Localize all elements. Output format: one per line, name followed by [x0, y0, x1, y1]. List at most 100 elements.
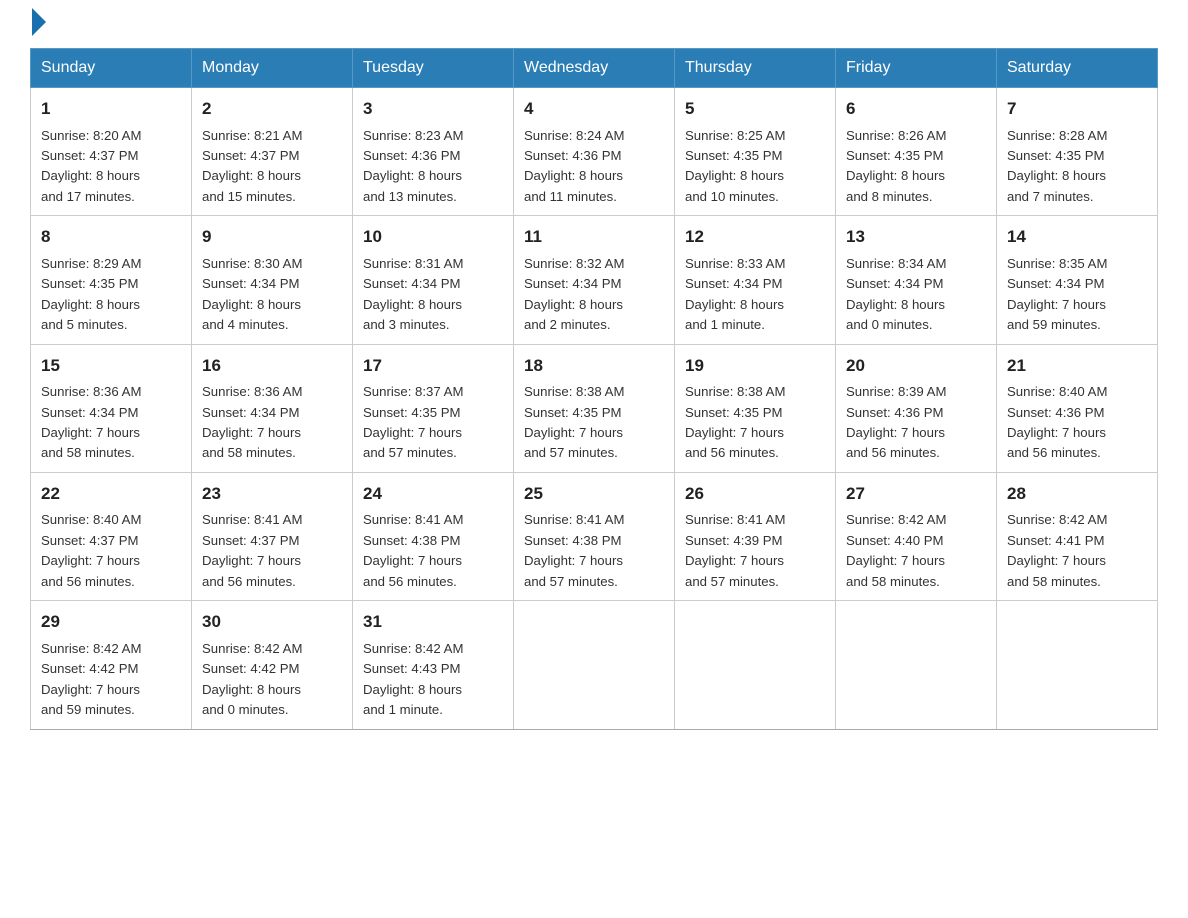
day-number: 1	[41, 96, 181, 122]
calendar-cell: 14 Sunrise: 8:35 AMSunset: 4:34 PMDayligh…	[997, 216, 1158, 344]
day-number: 14	[1007, 224, 1147, 250]
day-info: Sunrise: 8:42 AMSunset: 4:42 PMDaylight:…	[202, 639, 342, 721]
day-number: 6	[846, 96, 986, 122]
calendar-cell: 8Sunrise: 8:29 AMSunset: 4:35 PMDaylight…	[31, 216, 192, 344]
day-number: 31	[363, 609, 503, 635]
day-number: 19	[685, 353, 825, 379]
column-header-wednesday: Wednesday	[514, 49, 675, 88]
logo-triangle-icon	[32, 8, 46, 36]
day-number: 3	[363, 96, 503, 122]
calendar-cell: 2 Sunrise: 8:21 AMSunset: 4:37 PMDaylight…	[192, 88, 353, 216]
day-info: Sunrise: 8:25 AMSunset: 4:35 PMDaylight:…	[685, 126, 825, 208]
calendar-cell: 30 Sunrise: 8:42 AMSunset: 4:42 PMDayligh…	[192, 601, 353, 729]
day-number: 28	[1007, 481, 1147, 507]
day-info: Sunrise: 8:24 AMSunset: 4:36 PMDaylight:…	[524, 126, 664, 208]
day-number: 2	[202, 96, 342, 122]
day-info: Sunrise: 8:34 AMSunset: 4:34 PMDaylight:…	[846, 254, 986, 336]
calendar-cell: 27 Sunrise: 8:42 AMSunset: 4:40 PMDayligh…	[836, 472, 997, 600]
day-info: Sunrise: 8:38 AMSunset: 4:35 PMDaylight:…	[685, 382, 825, 464]
day-number: 5	[685, 96, 825, 122]
calendar-cell: 7 Sunrise: 8:28 AMSunset: 4:35 PMDaylight…	[997, 88, 1158, 216]
day-number: 21	[1007, 353, 1147, 379]
calendar-cell: 10 Sunrise: 8:31 AMSunset: 4:34 PMDayligh…	[353, 216, 514, 344]
day-info: Sunrise: 8:26 AMSunset: 4:35 PMDaylight:…	[846, 126, 986, 208]
day-number: 23	[202, 481, 342, 507]
day-number: 26	[685, 481, 825, 507]
day-info: Sunrise: 8:31 AMSunset: 4:34 PMDaylight:…	[363, 254, 503, 336]
day-info: Sunrise: 8:41 AMSunset: 4:37 PMDaylight:…	[202, 510, 342, 592]
calendar-cell: 11 Sunrise: 8:32 AMSunset: 4:34 PMDayligh…	[514, 216, 675, 344]
day-info: Sunrise: 8:39 AMSunset: 4:36 PMDaylight:…	[846, 382, 986, 464]
day-info: Sunrise: 8:23 AMSunset: 4:36 PMDaylight:…	[363, 126, 503, 208]
day-number: 27	[846, 481, 986, 507]
day-number: 18	[524, 353, 664, 379]
day-number: 20	[846, 353, 986, 379]
day-info: Sunrise: 8:42 AMSunset: 4:42 PMDaylight:…	[41, 639, 181, 721]
calendar-cell: 12 Sunrise: 8:33 AMSunset: 4:34 PMDayligh…	[675, 216, 836, 344]
calendar-cell: 29 Sunrise: 8:42 AMSunset: 4:42 PMDayligh…	[31, 601, 192, 729]
day-info: Sunrise: 8:30 AMSunset: 4:34 PMDaylight:…	[202, 254, 342, 336]
column-header-friday: Friday	[836, 49, 997, 88]
column-header-saturday: Saturday	[997, 49, 1158, 88]
day-info: Sunrise: 8:33 AMSunset: 4:34 PMDaylight:…	[685, 254, 825, 336]
column-header-tuesday: Tuesday	[353, 49, 514, 88]
day-number: 10	[363, 224, 503, 250]
calendar-cell	[675, 601, 836, 729]
day-number: 11	[524, 224, 664, 250]
calendar-cell: 4 Sunrise: 8:24 AMSunset: 4:36 PMDaylight…	[514, 88, 675, 216]
day-number: 25	[524, 481, 664, 507]
calendar-week-row: 1 Sunrise: 8:20 AMSunset: 4:37 PMDaylight…	[31, 88, 1158, 216]
calendar-cell: 5 Sunrise: 8:25 AMSunset: 4:35 PMDaylight…	[675, 88, 836, 216]
day-info: Sunrise: 8:42 AMSunset: 4:43 PMDaylight:…	[363, 639, 503, 721]
calendar-cell: 17Sunrise: 8:37 AMSunset: 4:35 PMDayligh…	[353, 344, 514, 472]
calendar-cell: 21 Sunrise: 8:40 AMSunset: 4:36 PMDayligh…	[997, 344, 1158, 472]
day-info: Sunrise: 8:28 AMSunset: 4:35 PMDaylight:…	[1007, 126, 1147, 208]
calendar-cell: 24Sunrise: 8:41 AMSunset: 4:38 PMDayligh…	[353, 472, 514, 600]
day-info: Sunrise: 8:42 AMSunset: 4:41 PMDaylight:…	[1007, 510, 1147, 592]
day-number: 22	[41, 481, 181, 507]
day-info: Sunrise: 8:21 AMSunset: 4:37 PMDaylight:…	[202, 126, 342, 208]
calendar-cell: 13Sunrise: 8:34 AMSunset: 4:34 PMDayligh…	[836, 216, 997, 344]
calendar-cell: 9Sunrise: 8:30 AMSunset: 4:34 PMDaylight…	[192, 216, 353, 344]
calendar-cell: 15 Sunrise: 8:36 AMSunset: 4:34 PMDayligh…	[31, 344, 192, 472]
day-number: 12	[685, 224, 825, 250]
day-number: 29	[41, 609, 181, 635]
day-number: 16	[202, 353, 342, 379]
day-number: 17	[363, 353, 503, 379]
calendar-week-row: 29 Sunrise: 8:42 AMSunset: 4:42 PMDayligh…	[31, 601, 1158, 729]
calendar-week-row: 22 Sunrise: 8:40 AMSunset: 4:37 PMDayligh…	[31, 472, 1158, 600]
calendar-cell: 28 Sunrise: 8:42 AMSunset: 4:41 PMDayligh…	[997, 472, 1158, 600]
day-number: 30	[202, 609, 342, 635]
calendar-cell	[836, 601, 997, 729]
day-info: Sunrise: 8:20 AMSunset: 4:37 PMDaylight:…	[41, 126, 181, 208]
day-info: Sunrise: 8:29 AMSunset: 4:35 PMDaylight:…	[41, 254, 181, 336]
day-info: Sunrise: 8:41 AMSunset: 4:38 PMDaylight:…	[524, 510, 664, 592]
calendar-cell	[514, 601, 675, 729]
logo	[30, 20, 46, 28]
day-number: 4	[524, 96, 664, 122]
day-number: 24	[363, 481, 503, 507]
column-header-thursday: Thursday	[675, 49, 836, 88]
calendar-cell: 1 Sunrise: 8:20 AMSunset: 4:37 PMDaylight…	[31, 88, 192, 216]
calendar-cell: 18Sunrise: 8:38 AMSunset: 4:35 PMDayligh…	[514, 344, 675, 472]
day-info: Sunrise: 8:40 AMSunset: 4:37 PMDaylight:…	[41, 510, 181, 592]
calendar-week-row: 8Sunrise: 8:29 AMSunset: 4:35 PMDaylight…	[31, 216, 1158, 344]
day-info: Sunrise: 8:35 AMSunset: 4:34 PMDaylight:…	[1007, 254, 1147, 336]
day-info: Sunrise: 8:40 AMSunset: 4:36 PMDaylight:…	[1007, 382, 1147, 464]
calendar-table: SundayMondayTuesdayWednesdayThursdayFrid…	[30, 48, 1158, 730]
calendar-cell: 25 Sunrise: 8:41 AMSunset: 4:38 PMDayligh…	[514, 472, 675, 600]
calendar-week-row: 15 Sunrise: 8:36 AMSunset: 4:34 PMDayligh…	[31, 344, 1158, 472]
day-number: 15	[41, 353, 181, 379]
day-info: Sunrise: 8:32 AMSunset: 4:34 PMDaylight:…	[524, 254, 664, 336]
calendar-cell: 6 Sunrise: 8:26 AMSunset: 4:35 PMDaylight…	[836, 88, 997, 216]
column-header-sunday: Sunday	[31, 49, 192, 88]
day-info: Sunrise: 8:36 AMSunset: 4:34 PMDaylight:…	[202, 382, 342, 464]
calendar-cell: 16 Sunrise: 8:36 AMSunset: 4:34 PMDayligh…	[192, 344, 353, 472]
day-info: Sunrise: 8:36 AMSunset: 4:34 PMDaylight:…	[41, 382, 181, 464]
calendar-cell: 23 Sunrise: 8:41 AMSunset: 4:37 PMDayligh…	[192, 472, 353, 600]
day-info: Sunrise: 8:42 AMSunset: 4:40 PMDaylight:…	[846, 510, 986, 592]
day-number: 7	[1007, 96, 1147, 122]
calendar-cell: 20 Sunrise: 8:39 AMSunset: 4:36 PMDayligh…	[836, 344, 997, 472]
calendar-header-row: SundayMondayTuesdayWednesdayThursdayFrid…	[31, 49, 1158, 88]
day-info: Sunrise: 8:41 AMSunset: 4:39 PMDaylight:…	[685, 510, 825, 592]
